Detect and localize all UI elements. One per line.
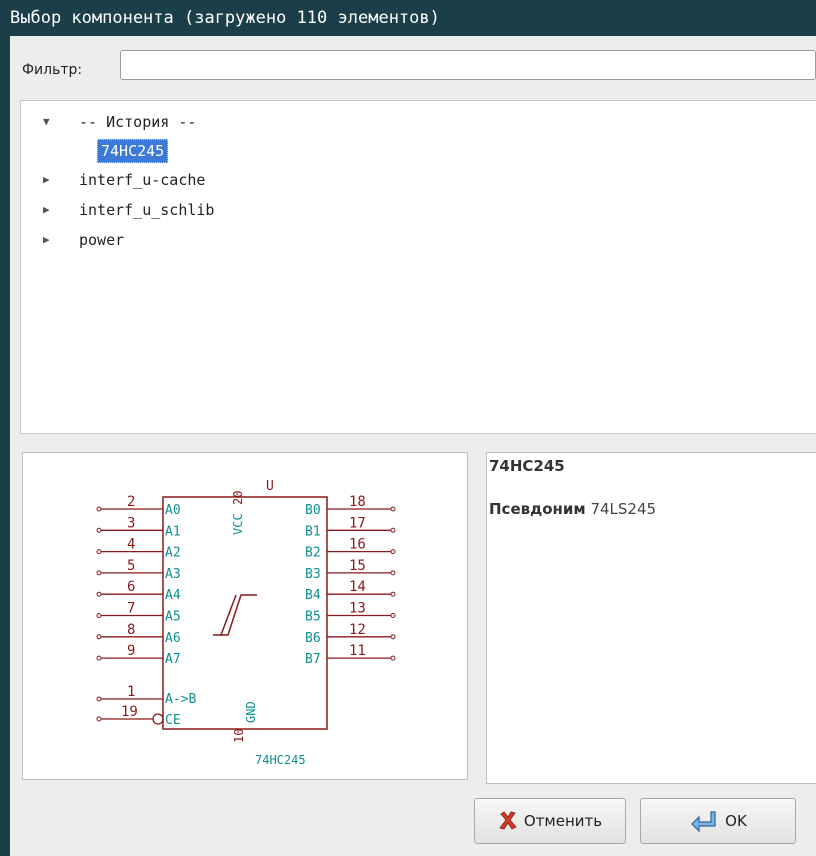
alias-label: Псевдоним: [489, 500, 586, 518]
pin-number: 18: [349, 494, 366, 510]
pin-endpoint: [96, 613, 102, 618]
pin-number: 14: [349, 579, 366, 595]
pin-number: 8: [127, 622, 135, 638]
pin-name: A3: [165, 567, 181, 582]
pin-number: 12: [349, 622, 366, 638]
tree-node-library[interactable]: ▶ interf_u-cache: [21, 167, 816, 193]
gnd-label: GND: [244, 701, 258, 723]
tree-node-label: power: [79, 231, 125, 249]
tree-node-label: -- История --: [79, 113, 197, 131]
pin-endpoint: [96, 527, 102, 533]
cancel-button[interactable]: Отменить: [474, 798, 626, 844]
pin-endpoint: [96, 634, 102, 640]
gnd-pin-number: 10: [232, 729, 246, 743]
pin-endpoint: [390, 549, 396, 555]
pin-number: 3: [127, 515, 135, 531]
pin-endpoint: [390, 506, 396, 512]
pin-endpoint: [96, 696, 102, 702]
pin-name: B3: [305, 567, 321, 582]
pin-name: A1: [165, 524, 181, 539]
value-label: 74HC245: [255, 753, 306, 767]
schematic-symbol: U 74HC245 VCC 20 GND 10 2 A0 3 A1 4 A2 5 A3 6 A4 7 A5 8 A6 9…: [96, 479, 396, 767]
pin-name: A->B: [165, 692, 196, 707]
pin-number: 9: [127, 643, 135, 659]
vcc-label: VCC: [231, 513, 245, 535]
collapsed-arrow-icon[interactable]: ▶: [43, 197, 50, 223]
pin-name: A5: [165, 610, 181, 625]
filter-input[interactable]: [120, 50, 816, 80]
pin-name: A4: [165, 588, 181, 603]
hysteresis-symbol: [213, 594, 257, 636]
symbol-preview: U 74HC245 VCC 20 GND 10 2 A0 3 A1 4 A2 5 A3 6 A4 7 A5 8 A6 9…: [22, 452, 468, 780]
dialog-body: Фильтр: ▼ -- История -- 74HC245 ▶ interf…: [10, 36, 816, 856]
pin-endpoint: [96, 549, 102, 555]
pin-number: 11: [349, 643, 366, 659]
pin-endpoint: [390, 655, 396, 661]
pin-number: 16: [349, 537, 366, 553]
cancel-button-label: Отменить: [523, 812, 603, 830]
filter-label: Фильтр:: [22, 62, 83, 78]
pin-number: 5: [127, 558, 135, 574]
inversion-bubble: [152, 713, 164, 725]
ok-button[interactable]: OK: [640, 798, 796, 844]
component-info: 74HC245 Псевдоним 74LS245: [486, 452, 816, 784]
reference-label: U: [266, 479, 274, 494]
collapsed-arrow-icon[interactable]: ▶: [43, 167, 50, 193]
pin-number: 17: [349, 515, 366, 531]
pin-endpoint: [96, 591, 102, 597]
pin-name: B2: [305, 546, 321, 561]
pin-number: 1: [127, 684, 135, 700]
pin-name: A7: [165, 652, 181, 667]
window-frame: [0, 36, 10, 856]
pin-endpoint: [96, 655, 102, 661]
pin-number: 7: [127, 601, 135, 617]
tree-node-library[interactable]: ▶ interf_u_schlib: [21, 197, 816, 223]
pin-endpoint: [96, 506, 102, 512]
enter-arrow-icon: [691, 811, 716, 832]
pin-name: A0: [165, 503, 181, 518]
pin-name: B5: [305, 610, 321, 625]
alias-line: Псевдоним 74LS245: [489, 500, 656, 518]
pin-name: B6: [305, 631, 321, 646]
pin-name: A2: [165, 546, 181, 561]
window-title: Выбор компонента (загружено 110 элементо…: [0, 0, 816, 36]
pin-number: 13: [349, 601, 366, 617]
pin-name: B0: [305, 503, 321, 518]
pin-name: B4: [305, 588, 321, 603]
tree-node-label: interf_u_schlib: [79, 201, 215, 219]
pin-endpoint: [390, 591, 396, 597]
tree-node-library[interactable]: ▶ power: [21, 227, 816, 253]
selected-item-label[interactable]: 74HC245: [97, 139, 169, 163]
pin-number: 6: [127, 579, 135, 595]
pin-name: CE: [165, 713, 181, 728]
vcc-pin-number: 20: [231, 491, 245, 505]
pin-endpoint: [96, 570, 102, 576]
tree-node-history[interactable]: ▼ -- История --: [21, 109, 816, 135]
cancel-x-icon: [499, 811, 517, 830]
collapsed-arrow-icon[interactable]: ▶: [43, 227, 50, 253]
pin-endpoint: [390, 613, 396, 618]
pin-endpoint: [96, 716, 102, 722]
info-title: 74HC245: [489, 457, 565, 475]
tree-item-history-component[interactable]: 74HC245: [21, 137, 816, 163]
pin-number: 4: [127, 537, 135, 553]
pin-name: B7: [305, 652, 321, 667]
pin-number: 15: [349, 558, 366, 574]
pin-endpoint: [390, 634, 396, 640]
tree-node-label: interf_u-cache: [79, 171, 206, 189]
pin-endpoint: [390, 527, 396, 533]
ok-button-label: OK: [725, 812, 747, 830]
pin-endpoint: [390, 570, 396, 576]
expanded-arrow-icon[interactable]: ▼: [43, 109, 50, 135]
pin-number: 19: [121, 704, 138, 720]
alias-value: 74LS245: [590, 500, 657, 518]
component-tree[interactable]: ▼ -- История -- 74HC245 ▶ interf_u-cache…: [20, 100, 816, 434]
pin-name: A6: [165, 631, 181, 646]
pin-number: 2: [127, 494, 135, 510]
pin-name: B1: [305, 524, 321, 539]
